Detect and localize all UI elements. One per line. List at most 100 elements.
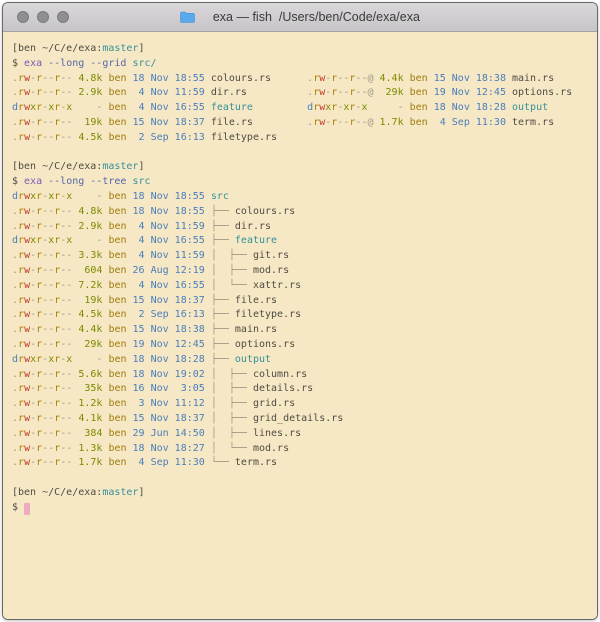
terminal-text-segment: ├── <box>210 220 235 232</box>
terminal-text-segment: src <box>210 190 229 202</box>
terminal-text-segment: xattr.rs <box>252 279 302 291</box>
terminal-text-segment: 384 <box>72 427 109 439</box>
terminal-text-segment: 4 Nov 16:55 <box>132 235 211 247</box>
terminal-text-segment: │ ├── <box>210 368 253 380</box>
terminal-text-segment: 4.5k <box>72 131 109 143</box>
terminal-text-segment: 26 Aug 12:19 <box>132 264 211 276</box>
minimize-button[interactable] <box>37 11 49 23</box>
terminal-text-segment: 4.4k <box>72 324 109 336</box>
terminal-text-segment: 19 Nov 12:45 <box>132 338 211 350</box>
terminal-text-segment: ben <box>108 264 133 276</box>
terminal-text-segment: │ ├── <box>210 250 253 262</box>
terminal-text-segment: 1.7k <box>72 457 109 469</box>
terminal-text-segment: 4.8k <box>72 72 109 84</box>
terminal-text-segment: ├── <box>210 309 235 321</box>
terminal-text-segment: ben <box>409 116 434 128</box>
terminal-line: .rw-r--r-- 29k ben 19 Nov 12:45 ├── opti… <box>12 338 591 353</box>
terminal-text-segment: $ <box>12 57 25 69</box>
terminal-line: .rw-r--r-- 4.8k ben 18 Nov 18:55 ├── col… <box>12 205 591 220</box>
terminal-text-segment: ben <box>108 442 133 454</box>
terminal-line: .rw-r--r-- 3.3k ben 4 Nov 11:59 │ ├── gi… <box>12 249 591 264</box>
terminal-text-segment: [ben ~/C/e/exa: <box>12 43 103 54</box>
terminal-text-segment: main.rs <box>512 72 555 84</box>
terminal-text-segment: 16 Nov 3:05 <box>132 383 211 395</box>
terminal-text-segment: 29k <box>373 87 410 99</box>
terminal-text-segment: details.rs <box>252 383 314 395</box>
terminal-text-segment: 19k <box>72 294 109 306</box>
terminal-text-segment: src <box>132 176 151 188</box>
terminal-text-segment: master <box>102 43 139 54</box>
window-title: exa — fish /Users/ben/Code/exa/exa <box>180 3 420 51</box>
terminal-line: .rw-r--r-- 4.1k ben 15 Nov 18:37 │ ├── g… <box>12 412 591 427</box>
terminal-text-segment: ben <box>108 220 133 232</box>
terminal-text-segment: │ ├── <box>210 412 253 424</box>
terminal-text-segment: 4.8k <box>72 205 109 217</box>
terminal-text-segment: 4 Nov 11:59 <box>132 87 211 99</box>
terminal-line: [ben ~/C/e/exa:master] <box>12 160 591 175</box>
terminal-text-segment: lines.rs <box>252 427 302 439</box>
terminal-text-segment: 29k <box>72 338 109 350</box>
terminal-text-segment: 1.7k <box>373 116 410 128</box>
terminal-text-segment: colours.rs <box>210 72 272 84</box>
terminal-text-segment: mod.rs <box>252 264 290 276</box>
titlebar[interactable]: exa — fish /Users/ben/Code/exa/exa <box>3 3 597 32</box>
terminal-line: .rw-r--r-- 384 ben 29 Jun 14:50 │ ├── li… <box>12 427 591 442</box>
terminal-text-segment: │ └── <box>210 442 253 454</box>
terminal-text-segment: ben <box>108 279 133 291</box>
terminal-text-segment: - <box>72 102 109 114</box>
terminal-line: .rw-r--r-- 19k ben 15 Nov 18:37 ├── file… <box>12 294 591 309</box>
terminal-text-segment: output <box>234 353 272 365</box>
terminal-text-segment: 4 Nov 11:59 <box>132 220 211 232</box>
terminal-text-segment: output <box>512 102 549 114</box>
terminal-text-segment: ben <box>108 235 133 247</box>
terminal-text-segment: $ <box>12 501 25 513</box>
window-title-text: exa — fish /Users/ben/Code/exa/exa <box>212 10 420 24</box>
terminal-text-segment: 1.2k <box>72 398 109 410</box>
terminal-text-segment: ] <box>138 486 145 498</box>
terminal-text-segment: src/ <box>132 57 157 69</box>
terminal-text-segment: - <box>72 235 109 247</box>
terminal-text-segment: 15 Nov 18:37 <box>132 412 211 424</box>
terminal-text-segment: ben <box>108 412 133 424</box>
terminal-text-segment: ├── <box>210 353 235 365</box>
terminal-text-segment: ben <box>108 190 133 202</box>
terminal-text-segment: │ ├── <box>210 383 253 395</box>
terminal-text-segment: [ben ~/C/e/exa: <box>12 486 103 498</box>
traffic-lights <box>17 3 69 31</box>
terminal-text-segment: 18 Nov 18:55 <box>132 205 211 217</box>
terminal-text-segment: ] <box>138 161 145 173</box>
terminal-text-segment: git.rs <box>252 250 290 262</box>
terminal-text-segment: exa <box>24 176 49 188</box>
terminal-text-segment: ben <box>108 427 133 439</box>
folder-icon <box>180 3 208 51</box>
terminal-text-segment: ben <box>108 250 133 262</box>
terminal-text-segment: 18 Nov 18:27 <box>132 442 211 454</box>
close-button[interactable] <box>17 11 29 23</box>
terminal-text-segment: - <box>72 353 109 365</box>
zoom-button[interactable] <box>57 11 69 23</box>
terminal-line: .rw-r--r-- 1.2k ben 3 Nov 11:12 │ ├── gr… <box>12 397 591 412</box>
terminal-line: .rw-r--r-- 2.9k ben 4 Nov 11:59 dir.rs .… <box>12 86 591 101</box>
terminal-text-segment: 604 <box>72 264 109 276</box>
terminal-text-segment: options.rs <box>512 87 573 99</box>
terminal-line: .rw-r--r-- 4.8k ben 18 Nov 18:55 colours… <box>12 72 591 87</box>
terminal-text-segment: ben <box>108 353 133 365</box>
terminal-text-segment: options.rs <box>234 338 296 350</box>
terminal-text-segment: ben <box>108 87 133 99</box>
terminal-text-segment: 4 Sep 11:30 <box>433 116 512 128</box>
terminal-text-segment: ben <box>409 87 434 99</box>
terminal-text-segment: ben <box>108 309 133 321</box>
terminal-text-segment: - <box>367 102 410 114</box>
terminal-line: .rw-r--r-- 1.3k ben 18 Nov 18:27 │ └── m… <box>12 442 591 457</box>
terminal-text-segment: 18 Nov 18:55 <box>132 72 211 84</box>
terminal-text-segment: [ben ~/C/e/exa: <box>12 161 103 173</box>
terminal-text-segment: grid_details.rs <box>252 412 344 424</box>
terminal-screen[interactable]: [ben ~/C/e/exa:master] $ exa --long --gri… <box>3 32 597 619</box>
terminal-text-segment: │ ├── <box>210 398 253 410</box>
terminal-line: .rw-r--r-- 2.9k ben 4 Nov 11:59 ├── dir.… <box>12 220 591 235</box>
terminal-line: [ben ~/C/e/exa:master] <box>12 486 591 501</box>
terminal-text-segment: --long --grid <box>48 57 133 69</box>
terminal-text-segment: filetype.rs <box>234 309 302 321</box>
